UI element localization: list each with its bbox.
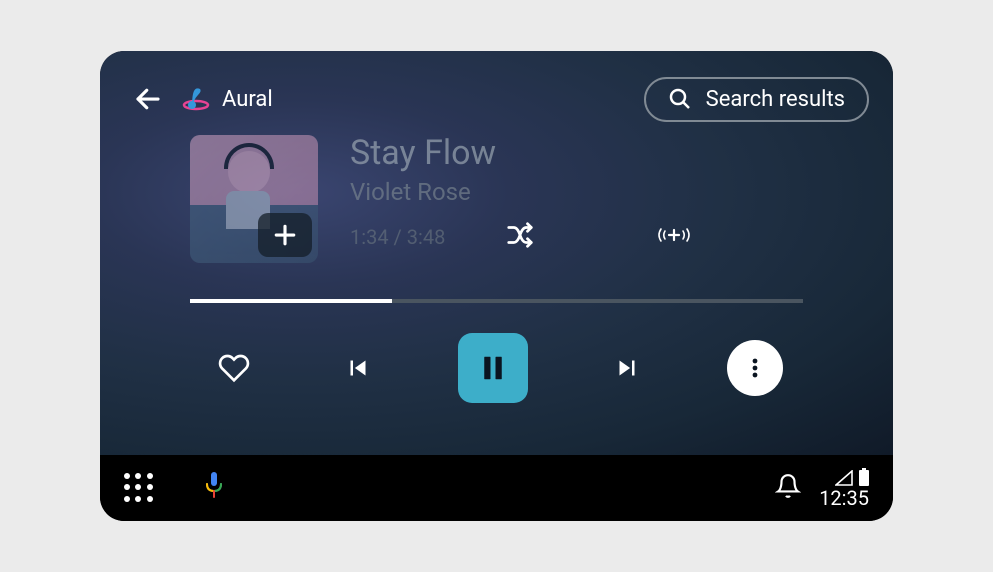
clock-area: 12:35 [819, 468, 869, 508]
app-logo-icon [180, 83, 212, 115]
radio-broadcast-icon [655, 220, 693, 250]
app-launcher-button[interactable] [124, 473, 154, 503]
status-area: 12:35 [775, 468, 869, 508]
search-icon [668, 87, 692, 111]
track-artist: Violet Rose [350, 178, 803, 206]
more-vertical-icon [743, 354, 767, 382]
pause-icon [478, 352, 508, 384]
skip-next-icon [612, 353, 642, 383]
search-results-button[interactable]: Search results [644, 77, 869, 122]
time-row: 1:34 / 3:48 [350, 220, 803, 254]
heart-icon [218, 352, 250, 384]
search-button-label: Search results [706, 87, 845, 112]
shuffle-button[interactable] [505, 220, 535, 254]
playback-controls [190, 333, 803, 403]
album-art-container [190, 135, 318, 263]
skip-previous-icon [343, 353, 373, 383]
notifications-button[interactable] [775, 473, 801, 503]
battery-icon [859, 468, 869, 486]
shuffle-icon [505, 220, 535, 250]
status-icons [835, 468, 869, 486]
more-options-button[interactable] [727, 340, 783, 396]
track-title: Stay Flow [350, 135, 803, 172]
app-name-label: Aural [222, 87, 273, 112]
plus-icon [270, 220, 300, 250]
app-brand: Aural [180, 83, 273, 115]
voice-assistant-button[interactable] [202, 471, 226, 505]
now-playing-row: Stay Flow Violet Rose 1:34 / 3:48 [190, 135, 803, 263]
next-button[interactable] [603, 344, 651, 392]
player-main-area: Aural Search results [100, 51, 893, 455]
time-display: 1:34 / 3:48 [350, 225, 445, 249]
microphone-icon [202, 471, 226, 501]
favorite-button[interactable] [210, 344, 258, 392]
content-area: Stay Flow Violet Rose 1:34 / 3:48 [100, 135, 893, 403]
play-pause-button[interactable] [458, 333, 528, 403]
bell-icon [775, 473, 801, 499]
signal-icon [835, 470, 853, 486]
progress-bar[interactable] [190, 299, 803, 303]
progress-fill [190, 299, 392, 303]
clock-time: 12:35 [819, 488, 869, 508]
top-bar: Aural Search results [100, 51, 893, 127]
device-frame: Aural Search results [100, 51, 893, 521]
radio-button[interactable] [655, 220, 693, 254]
previous-button[interactable] [334, 344, 382, 392]
arrow-left-icon [133, 84, 163, 114]
back-button[interactable] [124, 75, 172, 123]
track-info: Stay Flow Violet Rose 1:34 / 3:48 [350, 135, 803, 254]
add-to-library-button[interactable] [258, 213, 312, 257]
system-navigation-bar: 12:35 [100, 455, 893, 521]
